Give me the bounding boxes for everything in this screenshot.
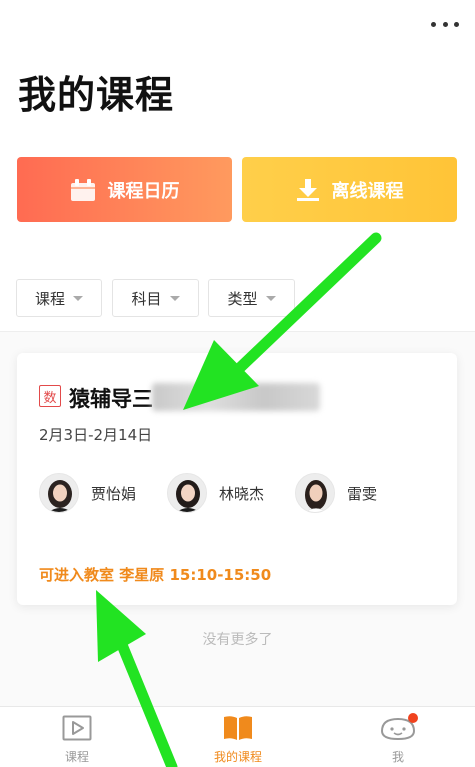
filter-course-dropdown[interactable]: 课程 bbox=[16, 279, 102, 317]
teacher-avatar bbox=[167, 473, 207, 513]
tab-courses[interactable]: 课程 bbox=[52, 715, 102, 765]
enter-classroom-link[interactable]: 可进入教室 李星原 15:10-15:50 bbox=[39, 564, 271, 585]
notification-dot bbox=[408, 713, 418, 723]
caret-down-icon bbox=[169, 295, 180, 301]
list-end-text: 没有更多了 bbox=[202, 632, 273, 648]
filter-label: 科目 bbox=[131, 289, 162, 308]
teacher-name: 林晓杰 bbox=[219, 484, 265, 503]
teacher-avatar bbox=[39, 473, 79, 513]
course-title: 猿辅导三 bbox=[69, 387, 153, 411]
teacher-name: 雷雯 bbox=[347, 484, 378, 503]
book-icon bbox=[222, 715, 254, 744]
more-dot-icon bbox=[454, 21, 459, 27]
teacher-item: 雷雯 bbox=[295, 473, 377, 513]
calendar-icon bbox=[70, 178, 96, 202]
offline-courses-button[interactable]: 离线课程 bbox=[242, 157, 457, 222]
play-icon bbox=[62, 715, 92, 744]
course-calendar-label: 课程日历 bbox=[107, 180, 180, 202]
course-date-range: 2月3日-2月14日 bbox=[39, 426, 153, 444]
filter-type-dropdown[interactable]: 类型 bbox=[208, 279, 295, 317]
teacher-item: 贾怡娟 bbox=[39, 473, 136, 513]
subject-badge: 数 bbox=[39, 385, 61, 407]
more-dot-icon bbox=[431, 21, 436, 27]
teacher-name: 贾怡娟 bbox=[91, 484, 137, 503]
tab-label: 课程 bbox=[64, 750, 89, 764]
tab-label: 我 bbox=[391, 750, 404, 764]
more-menu-button[interactable] bbox=[431, 14, 459, 34]
blurred-title-text bbox=[152, 383, 320, 411]
offline-courses-label: 离线课程 bbox=[331, 180, 404, 202]
caret-down-icon bbox=[73, 295, 83, 301]
more-dot-icon bbox=[442, 21, 448, 27]
tab-my-courses[interactable]: 我的课程 bbox=[200, 715, 276, 765]
caret-down-icon bbox=[265, 295, 276, 301]
course-calendar-button[interactable]: 课程日历 bbox=[17, 157, 232, 222]
teacher-avatar bbox=[295, 473, 335, 513]
course-card[interactable]: 数 猿辅导三 2月3日-2月14日 贾怡娟 林晓杰 雷雯 可进入教室 李星原 1… bbox=[17, 353, 457, 605]
bottom-tab-bar: 课程 我的课程 我 bbox=[0, 706, 475, 767]
tab-me[interactable]: 我 bbox=[376, 713, 420, 765]
page-title: 我的课程 bbox=[18, 73, 175, 117]
download-icon bbox=[296, 178, 320, 202]
profile-icon bbox=[378, 713, 418, 744]
filter-subject-dropdown[interactable]: 科目 bbox=[112, 279, 199, 317]
tab-label: 我的课程 bbox=[213, 750, 262, 764]
filter-label: 类型 bbox=[227, 289, 258, 308]
teacher-item: 林晓杰 bbox=[167, 473, 264, 513]
filter-label: 课程 bbox=[34, 289, 65, 308]
